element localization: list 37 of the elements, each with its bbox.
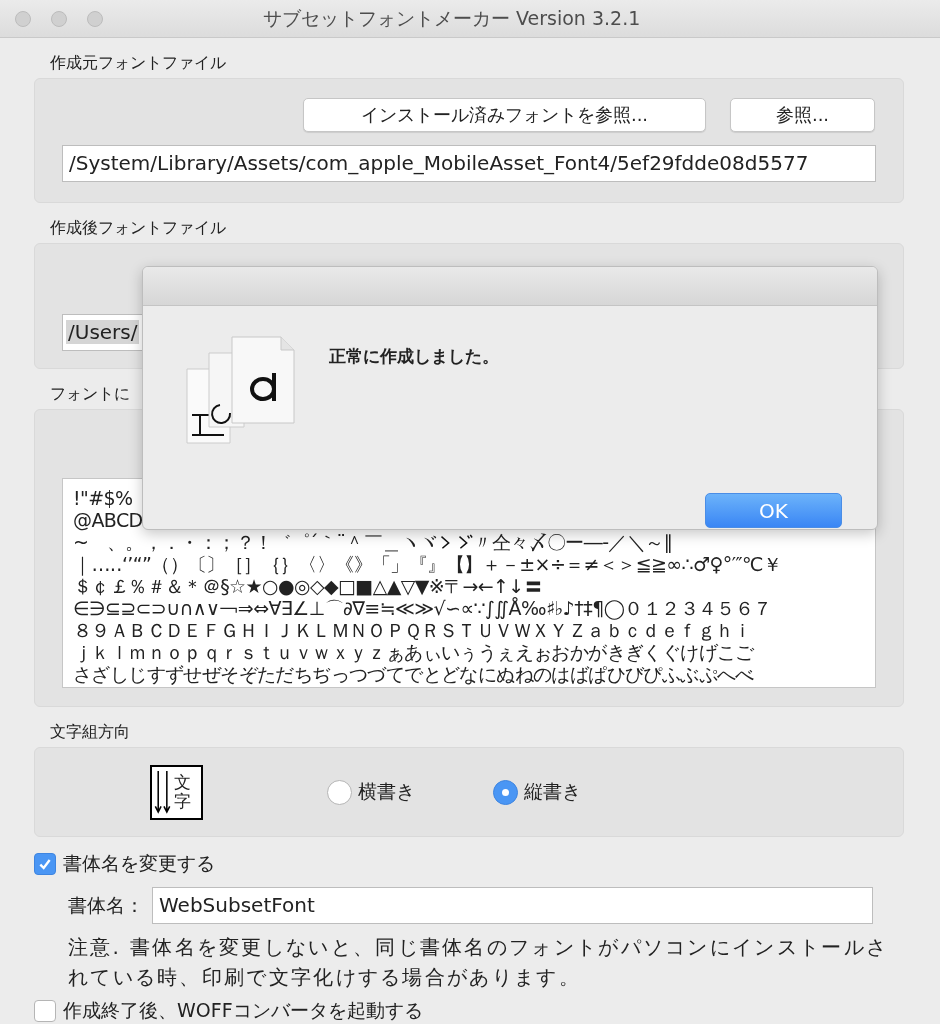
sample-text: 文字: [174, 773, 191, 811]
radio-button[interactable]: [493, 779, 518, 805]
checkbox[interactable]: [34, 1000, 56, 1022]
checkbox-label: 書体名を変更する: [63, 851, 215, 876]
character-line: 〃仝々〆〇ー―‐／＼～∥: [473, 531, 673, 553]
window-title: サブセットフォントメーカー Version 3.2.1: [263, 5, 641, 31]
window-control-button[interactable]: [87, 10, 103, 27]
character-line: ｊｋｌｍｎｏｐｑｒｓｔｕｖｗｘｙｚぁあぃいぅうぇえぉおかがきぎくぐけげこご: [73, 641, 755, 663]
window-control-button[interactable]: [51, 10, 67, 27]
character-line: !"#$%: [73, 487, 133, 509]
section-label: 文字組方向: [50, 722, 131, 742]
checkbox-label: 作成終了後、WOFFコンバータを起動する: [63, 998, 423, 1023]
document-stack-icon: [186, 335, 296, 445]
radio-label: 横書き: [358, 779, 415, 804]
radio-button[interactable]: [327, 779, 352, 805]
character-line: ８９ＡＢＣＤＥＦＧＨＩＪＫＬＭＮＯＰＱＲＳＴＵＶＷＸＹＺａｂｃｄｅｆｇｈｉ: [73, 619, 753, 641]
character-line: ∈∋⊆⊇⊂⊃∪∩∧∨￢⇒⇔∀∃∠⊥⌒∂∇≡≒≪≫√∽∝∵∫∬Å‰♯♭♪†‡¶◯０１２３４５６７: [73, 597, 773, 619]
character-line: ~ 、。，．・：；？！゛゜´｀¨＾￣＿ヽヾ: [73, 531, 438, 553]
section-label: フォントに: [50, 384, 131, 404]
field-label: 書体名：: [68, 892, 144, 918]
font-name-field[interactable]: WebSubsetFont: [152, 887, 873, 924]
radio-label: 縦書き: [524, 779, 581, 804]
browse-button[interactable]: 参照...: [730, 98, 875, 132]
selected-path-text: /Users/: [66, 320, 140, 344]
window-control-button[interactable]: [15, 10, 31, 27]
browse-installed-button[interactable]: インストール済みフォントを参照...: [303, 98, 706, 132]
character-line: ｜…‥‘’“”（）〔〕［］｛｝〈〉《》「」『』【】＋－±×÷＝≠＜＞≦≧∞∴♂♀°′″℃￥: [73, 553, 783, 575]
path-field[interactable]: /System/Library/Assets/com_apple_MobileAsset_Font4/5ef29fdde08d5577: [62, 145, 876, 182]
note-text: 注意. 書体名を変更しないと、同じ書体名のフォントがパソコンにインストールされている時、印刷で文字化けする場合があります。: [68, 934, 890, 991]
section-label: 作成元フォントファイル: [50, 53, 227, 73]
character-line: さざしじすずせぜそぞただちぢっつづてでとどなにぬねのはばぱひびぴふぶぷへべ: [73, 663, 755, 685]
checkbox[interactable]: [34, 853, 56, 875]
dialog-message: 正常に作成しました。: [329, 345, 499, 368]
down-arrows-icon: [154, 769, 172, 815]
section-label: 作成後フォントファイル: [50, 218, 227, 238]
character-line: ＄￠￡％＃＆＊＠§☆★○●◎◇◆□■△▲▽▼※〒→←↑↓〓: [73, 575, 544, 597]
character-line: @ABCD: [73, 509, 143, 531]
